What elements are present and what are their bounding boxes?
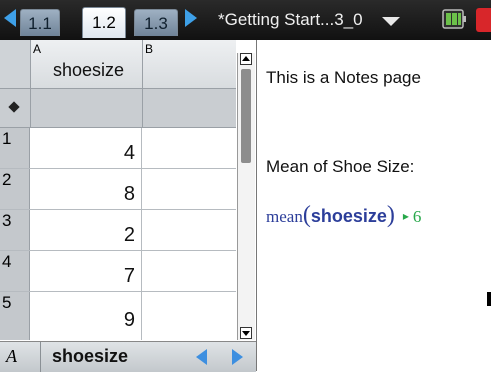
table-row: 4 7 [0,251,236,292]
cell-status-bar: A shoesize [0,341,256,372]
close-icon[interactable] [476,8,491,32]
math-function: mean [266,207,303,226]
scroll-thumb[interactable] [241,69,251,163]
row-number[interactable]: 2 [0,169,30,209]
tab-1-3[interactable]: 1.3 [134,9,178,36]
vertical-scrollbar[interactable] [237,53,255,340]
scroll-down-icon[interactable] [240,327,252,339]
math-result: 6 [412,207,422,226]
math-box[interactable]: mean(shoesize) ▸ 6 [266,202,421,229]
column-letter: B [145,42,154,56]
column-name: shoesize [53,60,125,80]
math-close-paren: ) [386,202,395,228]
cell-b[interactable] [143,210,236,250]
cell-b[interactable] [143,251,236,291]
result-arrow-icon: ▸ [402,209,409,223]
notes-pane[interactable]: This is a Notes page Mean of Shoe Size: … [257,40,491,371]
battery-icon [442,9,466,29]
corner-cell[interactable] [0,40,31,88]
notes-text-line: Mean of Shoe Size: [266,157,415,176]
table-row: 2 8 [0,169,236,210]
column-header-row: A shoesize B [0,40,236,89]
row-number[interactable]: 1 [0,128,30,168]
dropdown-triangle-icon[interactable] [382,17,400,26]
cell-a[interactable]: 4 [31,128,142,168]
scroll-up-icon[interactable] [240,53,252,65]
math-argument: shoesize [310,206,387,226]
cell-b[interactable] [143,292,236,340]
table-row: 3 2 [0,210,236,251]
row-number[interactable]: 4 [0,251,30,291]
cell-a[interactable]: 8 [31,169,142,209]
column-b-header[interactable]: B [143,40,236,88]
formula-diamond-icon [8,101,20,113]
column-a-header[interactable]: A shoesize [31,40,143,88]
page-left-arrow-icon[interactable] [196,349,207,365]
page-right-arrow-icon[interactable] [232,349,243,365]
top-bar: 1.1 1.2 1.3 *Getting Start...3_0 [0,0,491,40]
tab-1-1[interactable]: 1.1 [20,9,60,36]
cell-a[interactable]: 7 [31,251,142,291]
variable-name: shoesize [52,346,129,366]
math-open-paren: ( [302,202,311,228]
row-number[interactable]: 3 [0,210,30,250]
notes-text-line: This is a Notes page [266,68,421,87]
cell-b[interactable] [143,169,236,209]
tab-1-2[interactable]: 1.2 [82,7,126,38]
table-row: 5 9 [0,292,236,340]
formula-row[interactable] [0,89,236,128]
nav-left-arrow-icon[interactable] [4,9,16,27]
row-number[interactable]: 5 [0,292,30,340]
cell-a[interactable]: 9 [31,292,142,340]
cell-reference: A [6,346,17,366]
text-cursor [487,292,491,306]
nav-right-arrow-icon[interactable] [185,9,197,27]
document-title[interactable]: *Getting Start...3_0 [218,9,363,31]
cell-a[interactable]: 2 [31,210,142,250]
table-row: 1 4 [0,128,236,169]
cell-b[interactable] [143,128,236,168]
column-letter: A [33,42,42,56]
spreadsheet-pane: A shoesize B 1 4 2 8 3 2 4 7 5 9 A shoes… [0,40,257,372]
